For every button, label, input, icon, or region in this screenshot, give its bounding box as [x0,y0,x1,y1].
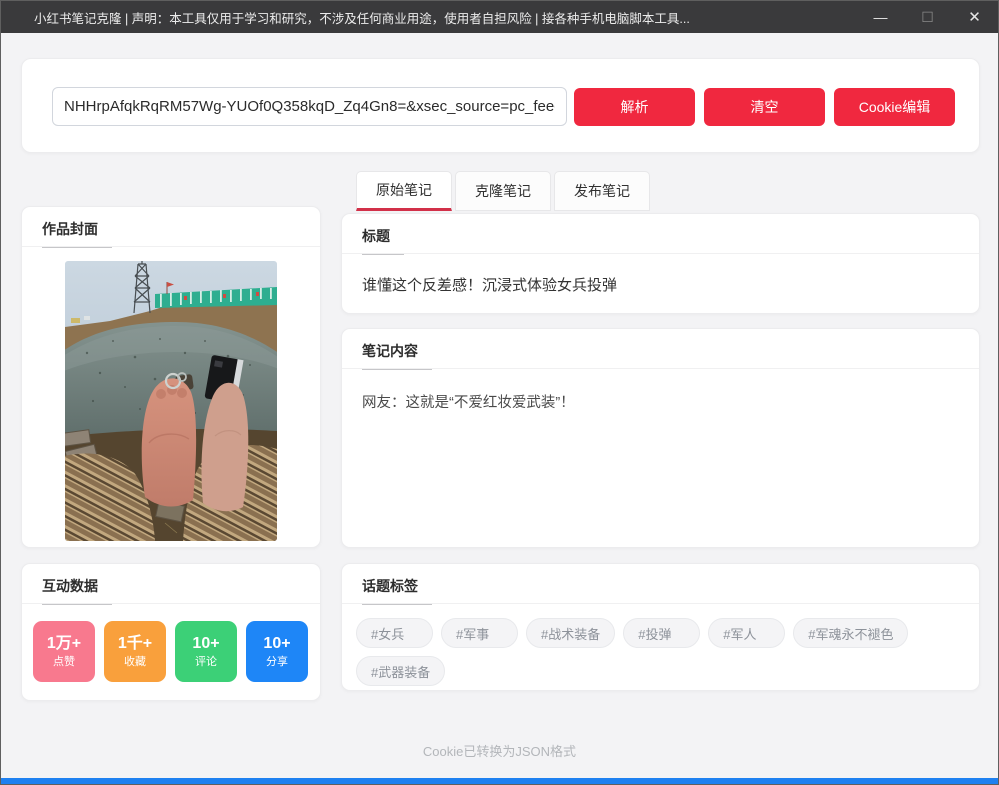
tag-chip: #投弹 [623,618,700,648]
likes-badge: 1万+ 点赞 [33,621,95,682]
titlebar: 小红书笔记克隆 | 声明：本工具仅用于学习和研究，不涉及任何商业用途，使用者自担… [1,1,998,33]
tag-chip: #军事 [441,618,518,648]
note-title-text: 谁懂这个反差感！沉浸式体验女兵投弹 [342,254,979,314]
tag-chip: #女兵 [356,618,433,648]
tab-original-note[interactable]: 原始笔记 [356,171,452,211]
shares-badge: 10+ 分享 [246,621,308,682]
tag-chip: #武器装备 [356,656,445,686]
comments-badge: 10+ 评论 [175,621,237,682]
status-text: Cookie已转换为JSON格式 [1,741,998,760]
collects-badge: 1千+ 收藏 [104,621,166,682]
cookie-edit-button[interactable]: Cookie编辑 [834,88,955,126]
content-section-label: 笔记内容 [362,341,432,370]
minimize-icon[interactable]: — [857,1,904,33]
maximize-icon[interactable]: ☐ [904,1,951,33]
tag-chip: #战术装备 [526,618,615,648]
note-tabs: 原始笔记 克隆笔记 发布笔记 [356,171,650,211]
window-controls: — ☐ ✕ [857,1,998,33]
clear-button[interactable]: 清空 [704,88,825,126]
cover-photo [65,261,277,541]
stats-row: 1万+ 点赞 1千+ 收藏 10+ 评论 10+ 分享 [22,604,320,682]
url-input[interactable] [52,87,567,126]
tags-section-label: 话题标签 [362,576,432,605]
tags-list: #女兵 #军事 #战术装备 #投弹 #军人 #军魂永不褪色 #武器装备 [342,604,979,691]
title-section-label: 标题 [362,226,404,255]
tags-card: 话题标签 #女兵 #军事 #战术装备 #投弹 #军人 #军魂永不褪色 #武器装备 [341,563,980,691]
cover-card: 作品封面 [21,206,321,548]
tab-clone-note[interactable]: 克隆笔记 [455,171,551,211]
note-title-card: 标题 谁懂这个反差感！沉浸式体验女兵投弹 [341,213,980,314]
tag-chip: #军魂永不褪色 [793,618,908,648]
cover-section-title: 作品封面 [42,219,112,248]
parse-button[interactable]: 解析 [574,88,695,126]
stats-card: 互动数据 1万+ 点赞 1千+ 收藏 10+ 评论 10+ 分享 [21,563,321,701]
stats-section-title: 互动数据 [42,576,112,605]
note-content-text: 网友：这就是“不爱红妆爱武装”！ [342,369,979,434]
close-icon[interactable]: ✕ [951,1,998,33]
app-window: 小红书笔记克隆 | 声明：本工具仅用于学习和研究，不涉及任何商业用途，使用者自担… [0,0,999,785]
tag-chip: #军人 [708,618,785,648]
window-title: 小红书笔记克隆 | 声明：本工具仅用于学习和研究，不涉及任何商业用途，使用者自担… [1,8,690,27]
note-content-card: 笔记内容 网友：这就是“不爱红妆爱武装”！ [341,328,980,548]
bottom-accent-bar [1,778,998,784]
tab-publish-note[interactable]: 发布笔记 [554,171,650,211]
toolbar-card: 解析 清空 Cookie编辑 [21,58,980,153]
